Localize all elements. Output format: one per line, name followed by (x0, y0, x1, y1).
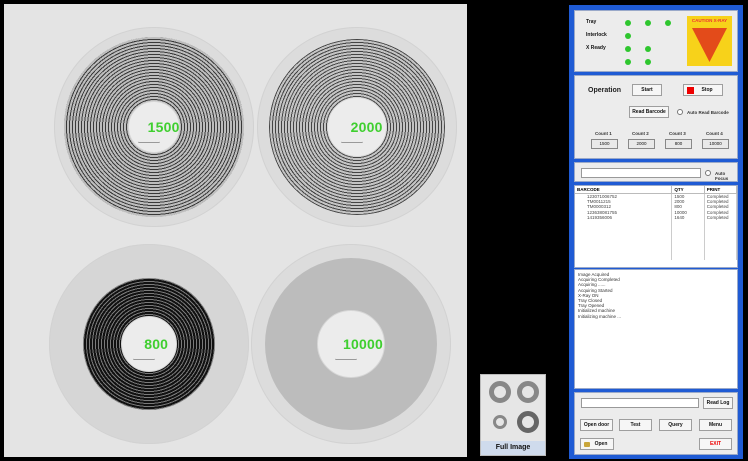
focus-box: Auto Focus (574, 162, 738, 182)
log-input[interactable] (581, 398, 699, 408)
reel-image-1: 1500 (54, 27, 254, 227)
query-button[interactable]: Query (659, 419, 692, 431)
auto-focus-label: Auto Focus (715, 171, 729, 181)
exit-button[interactable]: EXIT (699, 438, 732, 450)
auto-read-barcode-label: Auto Read Barcode (687, 110, 729, 115)
status-label-xready: X Ready (586, 45, 606, 51)
count-2-label: Count 2 (632, 131, 649, 136)
reel-image-3: 800 (49, 244, 249, 444)
count-1-value: 1500 (591, 139, 618, 149)
status-label-tray: Tray (586, 19, 597, 25)
full-image-thumbnail[interactable]: Full Image (480, 374, 546, 456)
led-indicator (645, 20, 651, 26)
barcode-grid: BARCODE QTY PRINT 123071006752 1500 Comple… (575, 186, 738, 261)
stop-button[interactable]: Stop (683, 84, 723, 96)
count-4-value: 10000 (702, 139, 729, 149)
reel-image-4: 10000 (251, 244, 451, 444)
stop-icon (687, 87, 694, 94)
thumb-reel-3 (493, 415, 507, 429)
reel-count-label: 2000 (350, 119, 383, 135)
count-4-label: Count 4 (706, 131, 723, 136)
led-indicator (625, 59, 631, 65)
count-2-value: 2000 (628, 139, 655, 149)
table-empty-space (575, 220, 738, 261)
full-image-button[interactable]: Full Image (481, 441, 545, 455)
stop-button-label: Stop (701, 87, 713, 93)
menu-button[interactable]: Menu (699, 419, 732, 431)
reel-image-2: 2000 (257, 27, 457, 227)
open-button-label: Open (594, 441, 608, 447)
command-box: Read Log Open door Test Query Menu Open … (574, 392, 738, 455)
led-indicator (625, 20, 631, 26)
led-indicator (645, 46, 651, 52)
operation-box: Operation Start Stop Read Barcode Auto R… (574, 75, 738, 159)
focus-input[interactable] (581, 168, 701, 178)
xray-image-viewer[interactable]: 1500 2000 800 10000 (4, 4, 467, 457)
count-3-value: 800 (665, 139, 692, 149)
control-panel: Tray Interlock X Ready CAUTION X-RAY Ope… (569, 5, 743, 459)
event-log[interactable]: Image Acquired Acquiring Completed Acqui… (574, 269, 738, 389)
folder-icon (584, 442, 590, 447)
count-3-label: Count 3 (669, 131, 686, 136)
log-line: Initializing machine ... (578, 313, 622, 319)
reel-count-label: 800 (144, 336, 169, 352)
xray-warning-sign: CAUTION X-RAY (687, 16, 732, 66)
read-log-button[interactable]: Read Log (703, 397, 733, 409)
read-barcode-button[interactable]: Read Barcode (629, 106, 669, 118)
status-box: Tray Interlock X Ready CAUTION X-RAY (574, 10, 738, 72)
open-door-button[interactable]: Open door (580, 419, 613, 431)
column-header-print: PRINT (704, 186, 738, 194)
barcode-table[interactable]: BARCODE QTY PRINT 123071006752 1500 Comple… (574, 185, 738, 268)
thumb-reel-4 (517, 411, 539, 433)
reel-count-label: 10000 (343, 336, 383, 352)
led-indicator (645, 59, 651, 65)
operation-title: Operation (588, 87, 622, 94)
status-label-interlock: Interlock (586, 32, 607, 38)
reel-count-label: 1500 (147, 119, 180, 135)
led-indicator (665, 20, 671, 26)
thumb-reel-1 (489, 381, 511, 403)
table-header-row: BARCODE QTY PRINT (575, 186, 738, 194)
count-1-label: Count 1 (595, 131, 612, 136)
open-button[interactable]: Open (580, 438, 614, 450)
auto-read-barcode-radio[interactable] (677, 109, 683, 115)
led-indicator (625, 46, 631, 52)
led-indicator (625, 33, 631, 39)
test-button[interactable]: Test (619, 419, 652, 431)
auto-focus-radio[interactable] (705, 170, 711, 176)
warning-text: CAUTION X-RAY (691, 18, 728, 23)
thumb-reel-2 (517, 381, 539, 403)
start-button[interactable]: Start (632, 84, 662, 96)
column-header-qty: QTY (671, 186, 705, 194)
radiation-warning-icon (692, 28, 727, 62)
column-header-barcode: BARCODE (575, 186, 673, 194)
